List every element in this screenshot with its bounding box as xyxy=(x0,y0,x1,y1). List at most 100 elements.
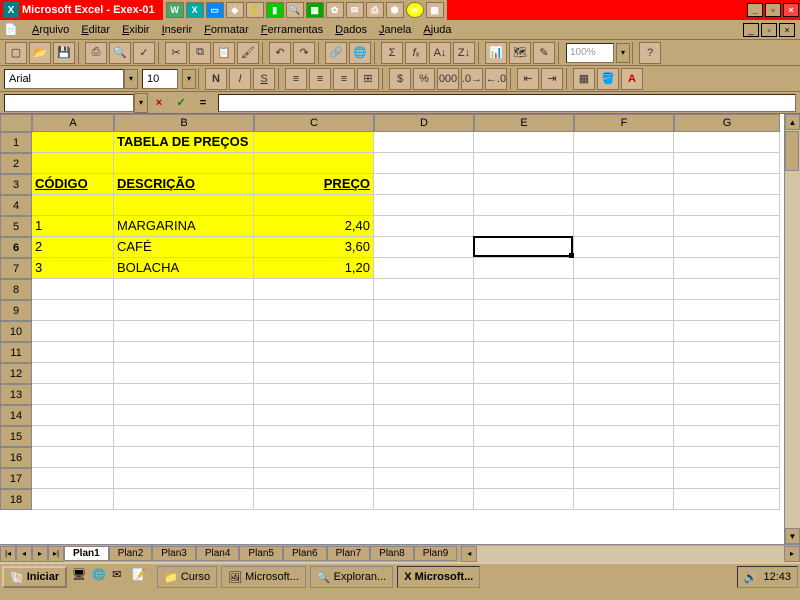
cell[interactable] xyxy=(32,489,114,510)
cell[interactable]: 1 xyxy=(32,216,114,237)
cell[interactable] xyxy=(674,489,780,510)
sys-icon[interactable]: ▦ xyxy=(306,2,324,18)
increase-indent-button[interactable]: ⇥ xyxy=(541,68,563,90)
row-header[interactable]: 16 xyxy=(0,447,32,468)
row-header[interactable]: 7 xyxy=(0,258,32,279)
row-header[interactable]: 17 xyxy=(0,468,32,489)
cell[interactable] xyxy=(254,132,374,153)
row-header[interactable]: 3 xyxy=(0,174,32,195)
cell[interactable] xyxy=(674,363,780,384)
name-box[interactable] xyxy=(4,94,134,112)
sys-icon[interactable]: ▦ xyxy=(426,2,444,18)
cell[interactable] xyxy=(574,384,674,405)
cell[interactable] xyxy=(374,258,474,279)
align-center-button[interactable]: ≡ xyxy=(309,68,331,90)
borders-button[interactable]: ▦ xyxy=(573,68,595,90)
cell[interactable] xyxy=(374,174,474,195)
cell[interactable] xyxy=(574,321,674,342)
sort-desc-button[interactable]: Z↓ xyxy=(453,42,475,64)
cell[interactable] xyxy=(574,342,674,363)
cell[interactable] xyxy=(374,237,474,258)
sys-icon[interactable]: X xyxy=(186,2,204,18)
cell[interactable] xyxy=(474,216,574,237)
column-header[interactable]: D xyxy=(374,114,474,132)
cell[interactable] xyxy=(254,405,374,426)
cell[interactable] xyxy=(374,153,474,174)
formula-input[interactable] xyxy=(218,94,796,112)
cell[interactable] xyxy=(32,447,114,468)
cell[interactable] xyxy=(254,300,374,321)
ql-icon[interactable]: 📝 xyxy=(132,568,150,586)
cell[interactable] xyxy=(474,384,574,405)
bold-button[interactable]: N xyxy=(205,68,227,90)
row-header[interactable]: 2 xyxy=(0,153,32,174)
column-header[interactable]: B xyxy=(114,114,254,132)
cell[interactable] xyxy=(254,468,374,489)
menu-arquivo[interactable]: Arquivo xyxy=(26,22,75,38)
cell[interactable] xyxy=(674,300,780,321)
cell[interactable] xyxy=(574,174,674,195)
column-header[interactable]: E xyxy=(474,114,574,132)
cell[interactable] xyxy=(254,447,374,468)
taskbar-item[interactable]: XMicrosoft... xyxy=(397,566,480,588)
drawing-button[interactable]: ✎ xyxy=(533,42,555,64)
print-preview-button[interactable]: 🔍 xyxy=(109,42,131,64)
sheet-tab[interactable]: Plan5 xyxy=(239,546,283,561)
sys-icon[interactable]: ⬢ xyxy=(386,2,404,18)
cell[interactable] xyxy=(32,342,114,363)
cell[interactable] xyxy=(254,489,374,510)
cell[interactable] xyxy=(574,237,674,258)
sys-icon[interactable]: ▭ xyxy=(206,2,224,18)
cell[interactable] xyxy=(474,195,574,216)
help-button[interactable]: ? xyxy=(639,42,661,64)
cell[interactable]: 3 xyxy=(32,258,114,279)
cell[interactable] xyxy=(32,195,114,216)
cell[interactable] xyxy=(374,468,474,489)
cell[interactable] xyxy=(374,405,474,426)
formula-equals-button[interactable]: = xyxy=(194,94,212,112)
cell[interactable] xyxy=(474,363,574,384)
cell[interactable] xyxy=(32,321,114,342)
column-header[interactable]: C xyxy=(254,114,374,132)
cell[interactable]: DESCRIÇÃO xyxy=(114,174,254,195)
row-header[interactable]: 15 xyxy=(0,426,32,447)
cell[interactable] xyxy=(114,342,254,363)
cell[interactable] xyxy=(474,342,574,363)
formula-confirm-button[interactable]: ✓ xyxy=(172,94,190,112)
cell[interactable] xyxy=(574,405,674,426)
cell[interactable] xyxy=(254,426,374,447)
menu-inserir[interactable]: Inserir xyxy=(156,22,199,38)
cell[interactable] xyxy=(114,153,254,174)
taskbar-item[interactable]: 🔍Exploran... xyxy=(310,566,393,588)
hyperlink-button[interactable]: 🔗 xyxy=(325,42,347,64)
function-button[interactable]: fₓ xyxy=(405,42,427,64)
row-header[interactable]: 13 xyxy=(0,384,32,405)
print-button[interactable]: ⎙ xyxy=(85,42,107,64)
underline-button[interactable]: S xyxy=(253,68,275,90)
cell[interactable] xyxy=(32,279,114,300)
maximize-button[interactable]: ▫ xyxy=(765,3,781,17)
cell[interactable]: 1,20 xyxy=(254,258,374,279)
cell[interactable] xyxy=(254,342,374,363)
cell[interactable] xyxy=(114,279,254,300)
sys-icon[interactable]: w xyxy=(406,2,424,18)
save-button[interactable]: 💾 xyxy=(53,42,75,64)
cell[interactable] xyxy=(674,132,780,153)
cell[interactable] xyxy=(474,132,574,153)
sheet-tab[interactable]: Plan7 xyxy=(327,546,371,561)
sheet-tab[interactable]: Plan6 xyxy=(283,546,327,561)
menu-janela[interactable]: Janela xyxy=(373,22,417,38)
scroll-right-icon[interactable]: ▸ xyxy=(784,546,800,562)
cell[interactable] xyxy=(114,195,254,216)
cell[interactable] xyxy=(254,195,374,216)
new-button[interactable]: ▢ xyxy=(5,42,27,64)
cell[interactable]: CAFÉ xyxy=(114,237,254,258)
cell[interactable] xyxy=(374,342,474,363)
close-button[interactable]: × xyxy=(783,3,799,17)
sys-icon[interactable]: ▮ xyxy=(266,2,284,18)
select-all-corner[interactable] xyxy=(0,114,32,132)
cell[interactable] xyxy=(374,426,474,447)
row-header[interactable]: 4 xyxy=(0,195,32,216)
menu-dados[interactable]: Dados xyxy=(329,22,373,38)
sys-icon[interactable]: 🔍 xyxy=(286,2,304,18)
